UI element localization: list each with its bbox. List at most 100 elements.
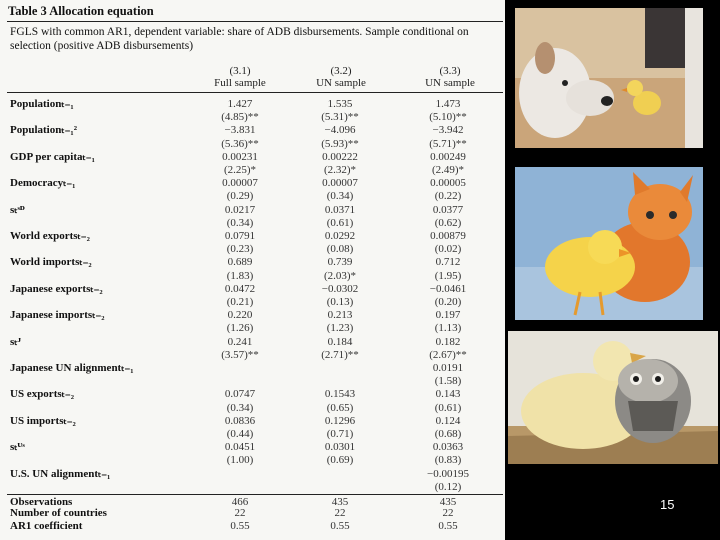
header-rule <box>7 92 503 93</box>
cell-col3: (1.13) <box>434 322 462 335</box>
cell-col3: (5.71)** <box>429 137 467 150</box>
cell-col3: (1.95) <box>434 269 462 282</box>
cell-col2: 0.0371 <box>324 203 356 216</box>
cell-col2: 0.1543 <box>324 388 356 401</box>
cell-col1: 0.241 <box>227 335 253 348</box>
cell-col1: (3.57)** <box>221 348 259 361</box>
cell-col1: (0.21) <box>226 296 254 308</box>
cell-col1: 0.0472 <box>224 282 256 295</box>
cell-col3: 0.0377 <box>432 203 464 216</box>
cell-col3: 0.197 <box>435 309 461 322</box>
cell-col3: 0.712 <box>435 256 461 269</box>
cell-col2: (0.34) <box>326 190 354 203</box>
cell-col1: (5.36)** <box>221 137 259 150</box>
table-row-stderr: (5.36)** (5.93)** (5.71)** <box>0 138 505 150</box>
cell-col1: 0.0217 <box>224 203 256 216</box>
table-row: Populationₜ₋₁² −3.831 −4.096 −3.942 <box>0 124 505 136</box>
table-row: Populationₜ₋₁ 1.427 1.535 1.473 <box>0 98 505 110</box>
row-label: sₜᵁˢ <box>10 441 25 454</box>
cell-col3: (0.62) <box>434 216 462 229</box>
cell-col2: 0.00222 <box>322 150 358 163</box>
table-row: Democracyₜ₋₁ 0.00007 0.00007 0.00005 <box>0 177 505 189</box>
cell-col1: (0.29) <box>226 190 254 203</box>
cell-col2: (0.08) <box>326 243 354 256</box>
table-row: sₜᵁˢ 0.0451 0.0301 0.0363 <box>0 441 505 453</box>
cell-col3: 435 <box>439 496 457 508</box>
cell-col2: (5.31)** <box>321 111 359 124</box>
cell-col1: 0.220 <box>227 309 253 322</box>
cell-col1: 0.0451 <box>224 441 256 454</box>
row-label: US exportsₜ₋₂ <box>10 388 74 401</box>
cell-col2: 435 <box>331 496 349 508</box>
summary-rule <box>7 494 503 495</box>
cell-col2: 0.1296 <box>324 414 356 427</box>
cell-col1: (0.23) <box>226 243 254 256</box>
cell-col3: (0.02) <box>434 243 462 256</box>
column-header-1: (3.1) Full sample <box>214 65 266 89</box>
row-label: Japanese exportsₜ₋₂ <box>10 282 103 295</box>
cell-col2: 0.00007 <box>322 177 358 190</box>
row-label: US importsₜ₋₂ <box>10 414 76 427</box>
cell-col3: 22 <box>442 507 454 520</box>
cell-col1: (4.85)** <box>221 111 259 124</box>
row-label: Number of countries <box>10 507 107 520</box>
cell-col3: 0.124 <box>435 414 461 427</box>
table-scan: Table 3 Allocation equation FGLS with co… <box>0 0 505 540</box>
cell-col3: (0.68) <box>434 428 462 440</box>
cell-col3: (1.58) <box>434 375 462 388</box>
cell-col2: −0.0302 <box>321 282 359 295</box>
table-row-stderr: (0.12) <box>0 481 505 493</box>
cell-col3: (2.67)** <box>429 348 467 361</box>
cell-col1: 0.689 <box>227 256 253 269</box>
dog-and-duckling-photo <box>515 8 703 148</box>
table-row-stderr: (0.34) (0.61) (0.62) <box>0 217 505 229</box>
cell-col3: 0.00879 <box>430 230 466 242</box>
cell-col1: (2.25)* <box>223 164 257 176</box>
cell-col1: 466 <box>231 496 249 508</box>
cell-col2: 0.0301 <box>324 441 356 454</box>
row-label: World importsₜ₋₂ <box>10 256 92 269</box>
cell-col3: 0.00249 <box>430 150 466 163</box>
cell-col2: 0.739 <box>327 256 353 269</box>
cell-col2: −4.096 <box>324 124 356 137</box>
table-row-stderr: (1.83) (2.03)* (1.95) <box>0 270 505 282</box>
cell-col1: (0.34) <box>226 216 254 229</box>
cell-col3: 0.143 <box>435 388 461 401</box>
column-header-3: (3.3) UN sample <box>425 65 475 89</box>
cell-col3: 0.0363 <box>432 441 464 454</box>
column-header-2: (3.2) UN sample <box>316 65 366 89</box>
cell-col3: −0.0461 <box>429 282 467 295</box>
table-row: World exportsₜ₋₂ 0.0791 0.0292 0.00879 <box>0 230 505 242</box>
cell-col1: (1.83) <box>226 269 254 282</box>
cell-col3: −0.00195 <box>427 467 469 480</box>
table-row-stderr: (1.58) <box>0 375 505 387</box>
table-title: Table 3 Allocation equation <box>8 4 154 18</box>
cell-col3: 0.0191 <box>432 362 464 374</box>
cell-col1: (0.34) <box>226 401 254 414</box>
row-label: Populationₜ₋₁² <box>10 124 77 137</box>
row-label: World exportsₜ₋₂ <box>10 230 90 242</box>
cell-col3: (0.12) <box>434 480 462 493</box>
table-row-stderr: (0.23) (0.08) (0.02) <box>0 243 505 255</box>
cell-col2: 0.0292 <box>324 230 356 242</box>
table-row: US importsₜ₋₂ 0.0836 0.1296 0.124 <box>0 415 505 427</box>
cell-col2: (2.03)* <box>323 269 357 282</box>
row-label: sₜˢᴰ <box>10 203 25 216</box>
cell-col2: 1.535 <box>327 98 353 110</box>
table-row-stderr: (4.85)** (5.31)** (5.10)** <box>0 111 505 123</box>
row-label: AR1 coefficient <box>10 520 83 533</box>
table-row: Japanese UN alignmentₜ₋₁ 0.0191 <box>0 362 505 374</box>
cell-col3: −3.942 <box>432 124 464 137</box>
cell-col1: (1.00) <box>226 454 254 467</box>
table-row: Number of countries 22 22 22 <box>0 507 505 519</box>
cell-col1: 0.55 <box>230 520 250 533</box>
table-row: World importsₜ₋₂ 0.689 0.739 0.712 <box>0 256 505 268</box>
cell-col1: 0.0747 <box>224 388 256 401</box>
table-row: U.S. UN alignmentₜ₋₁ −0.00195 <box>0 468 505 480</box>
cell-col2: (0.71) <box>326 428 354 440</box>
row-label: sₜᴶ <box>10 335 22 348</box>
cell-col2: (0.61) <box>326 216 354 229</box>
table-row: Japanese importsₜ₋₂ 0.220 0.213 0.197 <box>0 309 505 321</box>
cell-col2: (1.23) <box>326 322 354 335</box>
cell-col1: 22 <box>234 507 246 520</box>
